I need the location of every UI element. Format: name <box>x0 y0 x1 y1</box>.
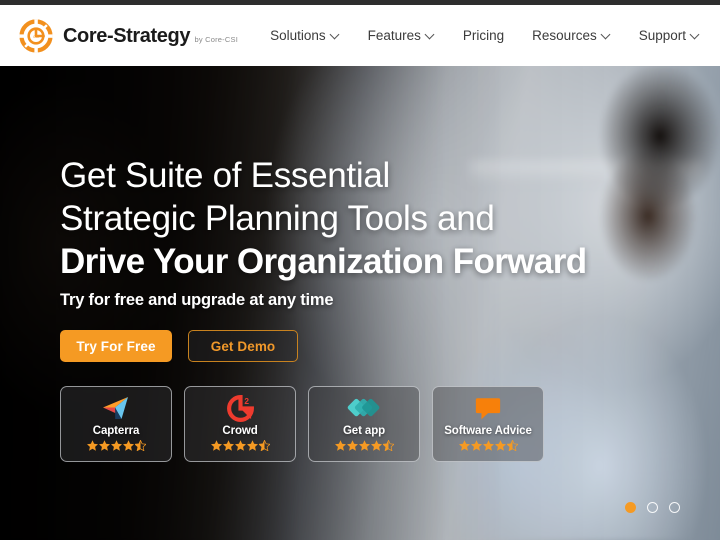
nav-item-pricing[interactable]: Pricing <box>449 22 518 49</box>
star-half-icon <box>134 440 146 451</box>
software-advice-speech-bubble-icon <box>474 394 502 422</box>
carousel-dot-1[interactable] <box>625 502 636 513</box>
carousel-indicators <box>625 502 680 513</box>
chevron-down-icon <box>426 31 435 40</box>
badge-label: Crowd <box>222 425 258 437</box>
star-full-icon <box>122 440 134 451</box>
headline-line-1: Get Suite of Essential <box>60 156 390 195</box>
page-root: CSI Core-Strategy by Core-CSI Solutions … <box>0 0 720 540</box>
star-full-icon <box>222 440 234 451</box>
svg-text:CSI: CSI <box>33 35 39 39</box>
star-full-icon <box>110 440 122 451</box>
headline-line-3: Drive Your Organization Forward <box>60 242 587 281</box>
carousel-dot-2[interactable] <box>647 502 658 513</box>
nav-item-resources[interactable]: Resources <box>518 22 625 49</box>
nav-item-features[interactable]: Features <box>354 22 449 49</box>
badge-card-crowd[interactable]: 2 Crowd <box>184 386 296 462</box>
brand-tagline: by Core-CSI <box>194 34 238 44</box>
nav-item-label: Solutions <box>270 28 326 43</box>
chevron-down-icon <box>691 31 700 40</box>
g2-crowd-logo-icon: 2 <box>226 394 254 422</box>
svg-text:2: 2 <box>244 396 249 406</box>
chevron-down-icon <box>602 31 611 40</box>
main-navigation: Solutions Features Pricing Resources Sup… <box>256 22 714 49</box>
hero-headline: Get Suite of Essential Strategic Plannin… <box>60 154 680 283</box>
nav-item-label: Support <box>638 28 686 43</box>
star-rating <box>86 440 146 451</box>
badge-label: Software Advice <box>444 425 532 437</box>
try-for-free-button[interactable]: Try For Free <box>60 330 172 362</box>
brand-logo[interactable]: CSI Core-Strategy by Core-CSI <box>18 18 238 54</box>
star-full-icon <box>370 440 382 451</box>
star-full-icon <box>494 440 506 451</box>
star-full-icon <box>210 440 222 451</box>
get-demo-button[interactable]: Get Demo <box>188 330 298 362</box>
star-full-icon <box>246 440 258 451</box>
capterra-paper-plane-icon <box>101 394 131 422</box>
badge-card-capterra[interactable]: Capterra <box>60 386 172 462</box>
star-half-icon <box>382 440 394 451</box>
nav-item-label: Pricing <box>462 28 505 43</box>
hero-cta-row: Try For Free Get Demo <box>60 330 680 362</box>
nav-item-label: Resources <box>532 28 597 43</box>
nav-item-support[interactable]: Support <box>625 22 714 49</box>
star-full-icon <box>86 440 98 451</box>
site-header: CSI Core-Strategy by Core-CSI Solutions … <box>0 5 720 66</box>
headline-line-2: Strategic Planning Tools and <box>60 199 495 238</box>
star-full-icon <box>482 440 494 451</box>
star-full-icon <box>458 440 470 451</box>
star-full-icon <box>234 440 246 451</box>
star-rating <box>458 440 518 451</box>
star-full-icon <box>346 440 358 451</box>
chevron-down-icon <box>331 31 340 40</box>
nav-item-solutions[interactable]: Solutions <box>256 22 354 49</box>
nav-item-label: Features <box>367 28 421 43</box>
star-full-icon <box>98 440 110 451</box>
review-badges: Capterra 2 Crowd Get app Software Advice <box>60 386 680 462</box>
getapp-diamonds-icon <box>346 394 382 422</box>
brand-name: Core-Strategy <box>63 24 191 47</box>
star-full-icon <box>334 440 346 451</box>
badge-card-software-advice[interactable]: Software Advice <box>432 386 544 462</box>
badge-label: Capterra <box>92 425 140 437</box>
core-strategy-circular-g-logo-icon: CSI <box>18 18 54 54</box>
star-rating <box>210 440 270 451</box>
hero-banner: Get Suite of Essential Strategic Plannin… <box>0 66 720 540</box>
hero-content: Get Suite of Essential Strategic Plannin… <box>60 66 680 462</box>
carousel-dot-3[interactable] <box>669 502 680 513</box>
hero-subheadline: Try for free and upgrade at any time <box>60 291 334 309</box>
badge-card-getapp[interactable]: Get app <box>308 386 420 462</box>
brand-text: Core-Strategy by Core-CSI <box>63 26 238 46</box>
star-full-icon <box>358 440 370 451</box>
star-half-icon <box>506 440 518 451</box>
badge-label: Get app <box>342 425 386 437</box>
star-half-icon <box>258 440 270 451</box>
star-rating <box>334 440 394 451</box>
star-full-icon <box>470 440 482 451</box>
